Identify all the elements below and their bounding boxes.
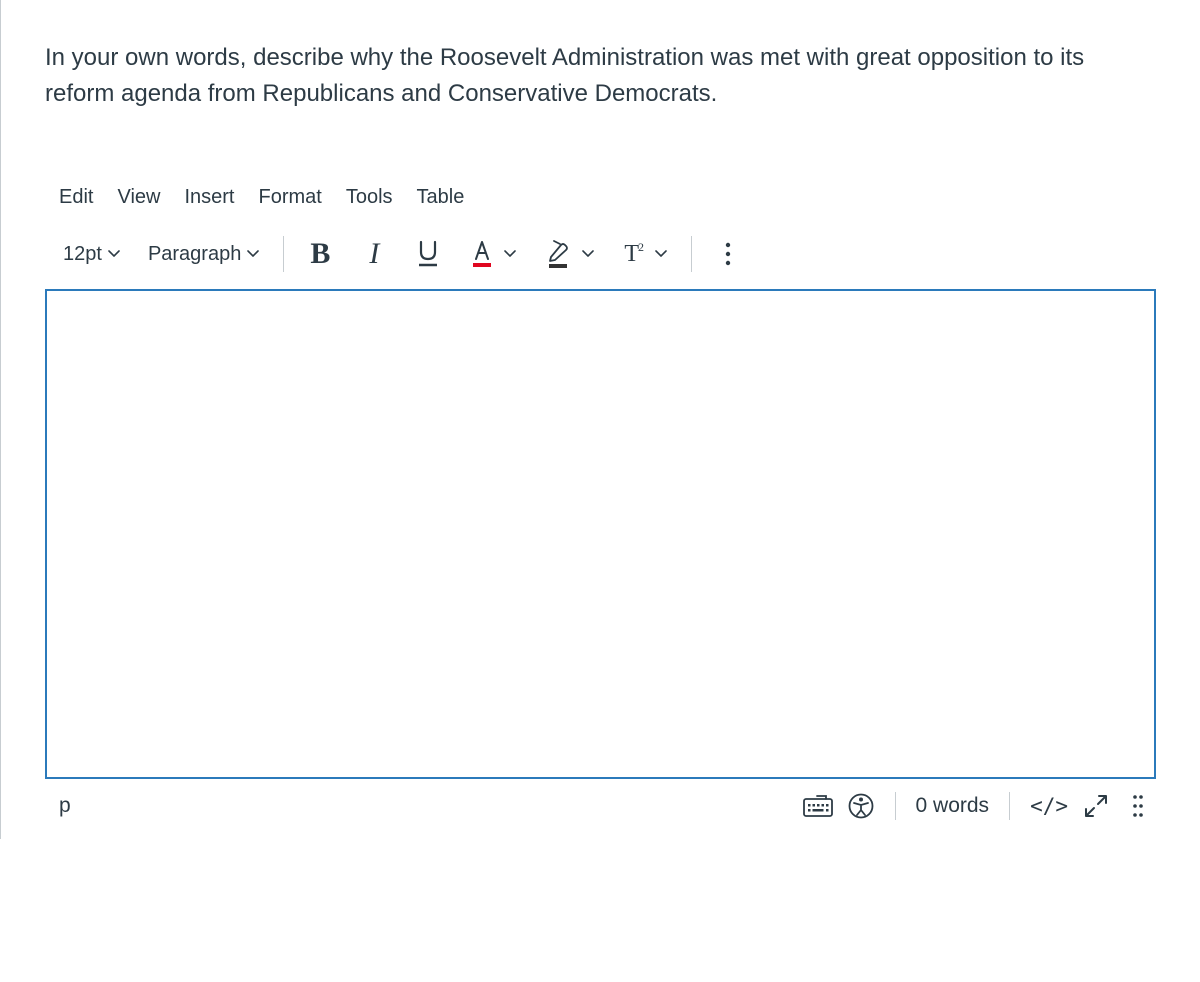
chevron-down-icon [247,248,259,260]
block-format-label: Paragraph [148,243,241,266]
underline-icon [416,239,440,269]
menubar: Edit View Insert Format Tools Table [59,186,1152,235]
statusbar: p [45,779,1156,839]
resize-handle[interactable] [1124,791,1152,821]
keyboard-shortcuts-button[interactable] [803,791,833,821]
bold-button[interactable]: B [304,235,336,273]
underline-button[interactable] [412,235,444,273]
accessibility-icon [848,793,874,819]
block-format-select[interactable]: Paragraph [144,235,263,273]
editor-textarea[interactable] [45,289,1156,779]
drag-handle-icon [1132,794,1144,818]
more-options-button[interactable] [712,235,744,273]
word-count[interactable]: 0 words [916,794,990,818]
text-color-icon [470,239,494,269]
toolbar: 12pt Paragraph B [59,235,1152,289]
question-prompt: In your own words, describe why the Roos… [45,40,1156,112]
highlight-color-button[interactable] [542,235,598,273]
chevron-down-icon [582,248,594,260]
font-size-select[interactable]: 12pt [59,235,124,273]
toolbar-divider [283,236,284,272]
superscript-icon: T 2 [624,241,645,268]
chevron-down-icon [108,248,120,260]
chevron-down-icon [504,248,516,260]
menu-edit[interactable]: Edit [59,186,93,209]
toolbar-divider [691,236,692,272]
statusbar-divider [1009,792,1010,820]
html-view-label: </> [1030,794,1068,818]
menu-tools[interactable]: Tools [346,186,393,209]
fullscreen-button[interactable] [1082,791,1110,821]
italic-button[interactable]: I [358,235,390,273]
menu-insert[interactable]: Insert [184,186,234,209]
rich-text-editor: Edit View Insert Format Tools Table 12pt… [45,186,1156,289]
highlight-icon [546,239,572,269]
html-view-button[interactable]: </> [1030,791,1068,821]
statusbar-divider [895,792,896,820]
superscript-button[interactable]: T 2 [620,235,671,273]
chevron-down-icon [655,248,667,260]
menu-view[interactable]: View [117,186,160,209]
menu-format[interactable]: Format [259,186,322,209]
keyboard-icon [803,795,833,817]
kebab-icon [725,242,731,266]
bold-label: B [310,237,330,271]
expand-icon [1083,793,1109,819]
italic-label: I [369,237,379,271]
menu-table[interactable]: Table [417,186,465,209]
font-size-label: 12pt [63,243,102,266]
accessibility-checker-button[interactable] [847,791,875,821]
element-path[interactable]: p [59,794,803,818]
text-color-button[interactable] [466,235,520,273]
